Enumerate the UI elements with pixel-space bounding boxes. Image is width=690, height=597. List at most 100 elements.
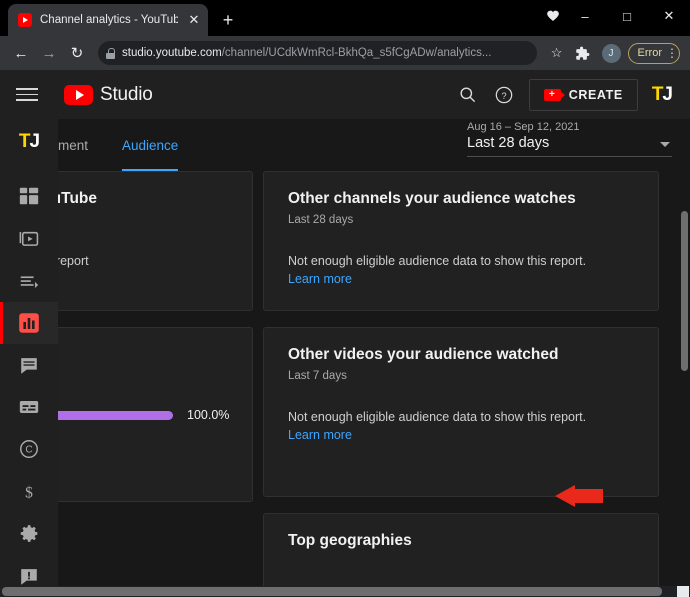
profile-avatar[interactable]: J — [602, 44, 621, 63]
window-controls: ‒ □ ✕ — [564, 0, 690, 32]
window-close-icon[interactable]: ✕ — [648, 0, 690, 32]
horizontal-scrollbar-thumb[interactable] — [2, 587, 662, 596]
sidebar-item-analytics[interactable] — [0, 302, 58, 344]
analytics-tabbar: ment Audience Aug 16 – Sep 12, 2021 Last… — [58, 119, 690, 171]
lock-icon — [106, 48, 115, 59]
channel-avatar[interactable]: TJ — [652, 84, 672, 106]
comments-icon — [18, 354, 40, 376]
card-subtitle: Last 7 days — [288, 370, 638, 382]
address-path: /channel/UCdkWmRcl-BkhQa_s5fCgADw/analyt… — [222, 47, 492, 59]
create-button-label: CREATE — [569, 88, 623, 102]
analytics-content: ment Audience Aug 16 – Sep 12, 2021 Last… — [58, 119, 690, 597]
youtube-studio-app: Studio ? + CREATE TJ TJ — [0, 70, 690, 597]
tab-engagement[interactable]: ment — [58, 119, 106, 171]
browser-tab[interactable]: Channel analytics - YouTube Stud ✕ — [8, 4, 208, 36]
card-title: Top geographies — [288, 532, 638, 550]
card-message: this report — [58, 254, 232, 268]
copyright-icon: C — [18, 438, 40, 460]
avatar-initial-j: J — [662, 84, 672, 105]
puzzle-icon[interactable] — [571, 41, 595, 65]
tab-audience[interactable]: Audience — [106, 119, 194, 171]
card-title: rs — [58, 346, 232, 364]
sidebar-avatar-j: J — [30, 131, 40, 152]
card-title: YouTube — [58, 190, 232, 208]
youtube-logo-icon — [64, 85, 93, 105]
create-button[interactable]: + CREATE — [529, 79, 638, 111]
close-icon[interactable]: ✕ — [186, 12, 202, 28]
browser-menu-icon[interactable]: ⋮ — [666, 49, 676, 57]
sidebar-item-copyright[interactable]: C — [0, 428, 58, 470]
youtube-favicon-icon — [18, 13, 32, 27]
address-bar-url: studio.youtube.com/channel/UCdkWmRcl-Bkh… — [122, 47, 491, 59]
card-top-geographies[interactable]: Top geographies — [263, 513, 659, 597]
svg-text:C: C — [25, 445, 32, 456]
dashboard-icon — [18, 185, 40, 207]
sidebar-avatar-t: T — [19, 131, 30, 152]
card-other-videos[interactable]: Other videos your audience watched Last … — [263, 327, 659, 497]
analytics-icon — [17, 311, 41, 335]
card-other-channels[interactable]: Other channels your audience watches Las… — [263, 171, 659, 311]
browser-window: Channel analytics - YouTube Stud ✕ + ‒ □… — [0, 0, 690, 597]
avatar-initial-t: T — [652, 84, 663, 105]
analytics-right-column: Other channels your audience watches Las… — [263, 171, 659, 597]
sidebar-item-settings[interactable] — [0, 513, 58, 555]
studio-brand-label: Studio — [100, 84, 153, 106]
error-badge-label: Error — [638, 47, 662, 59]
media-indicator-icon[interactable] — [546, 9, 560, 23]
card-message: Not enough eligible audience data to sho… — [288, 254, 638, 268]
card-subtitle: days — [58, 214, 232, 226]
studio-brand[interactable]: Studio — [64, 84, 153, 106]
card-watch-time-youtube[interactable]: YouTube days this report — [58, 171, 253, 311]
progress-row: 100.0% — [58, 408, 232, 422]
svg-text:$: $ — [25, 484, 33, 501]
studio-header-actions: ? + CREATE TJ — [457, 79, 672, 111]
learn-more-link[interactable]: Learn more — [288, 428, 352, 442]
sidebar-item-subtitles[interactable] — [0, 386, 58, 428]
gear-icon — [19, 523, 40, 544]
sidebar-channel-avatar[interactable]: TJ — [19, 131, 39, 153]
maximize-icon[interactable]: □ — [606, 0, 648, 32]
video-camera-icon: + — [544, 89, 561, 101]
sidebar-item-content[interactable] — [0, 217, 58, 259]
error-badge[interactable]: Error ⋮ — [628, 43, 680, 64]
horizontal-scrollbar[interactable] — [0, 586, 690, 597]
scrollbar-corner — [677, 586, 689, 597]
vertical-scrollbar[interactable] — [681, 211, 688, 371]
sidebar-item-playlists[interactable] — [0, 259, 58, 301]
dollar-icon: $ — [18, 481, 40, 503]
studio-sidebar: TJ C $ — [0, 119, 58, 597]
studio-header: Studio ? + CREATE TJ — [0, 70, 690, 119]
date-range-selector[interactable]: Aug 16 – Sep 12, 2021 Last 28 days — [467, 121, 672, 157]
browser-toolbar: ← → ↻ studio.youtube.com/channel/UCdkWmR… — [0, 36, 690, 70]
new-tab-button[interactable]: + — [214, 6, 242, 34]
progress-value: 100.0% — [187, 408, 229, 422]
browser-tab-strip: Channel analytics - YouTube Stud ✕ + ‒ □… — [0, 0, 690, 36]
minimize-icon[interactable]: ‒ — [564, 0, 606, 32]
card-subtitle: Last 28 days — [288, 214, 638, 226]
hamburger-icon[interactable] — [16, 88, 38, 101]
annotation-arrow-icon — [553, 485, 603, 507]
analytics-left-column: YouTube days this report rs 100.0% — [58, 171, 253, 518]
search-icon[interactable] — [457, 84, 479, 106]
browser-tab-title: Channel analytics - YouTube Stud — [40, 14, 178, 26]
sidebar-item-monetization[interactable]: $ — [0, 470, 58, 512]
forward-icon[interactable]: → — [36, 40, 62, 66]
chevron-down-icon[interactable] — [660, 142, 670, 147]
progress-track — [58, 411, 173, 420]
analytics-tabs: ment Audience — [58, 119, 194, 171]
learn-more-link[interactable]: Learn more — [288, 272, 352, 286]
bookmark-star-icon[interactable]: ☆ — [545, 41, 569, 65]
subtitles-icon — [18, 396, 40, 418]
back-icon[interactable]: ← — [8, 40, 34, 66]
card-subscribers-breakdown[interactable]: rs 100.0% — [58, 327, 253, 502]
card-title: Other channels your audience watches — [288, 190, 638, 208]
help-icon[interactable]: ? — [493, 84, 515, 106]
progress-fill — [58, 411, 173, 420]
address-bar[interactable]: studio.youtube.com/channel/UCdkWmRcl-Bkh… — [98, 41, 537, 65]
card-title: Other videos your audience watched — [288, 346, 638, 364]
card-message: Not enough eligible audience data to sho… — [288, 410, 638, 424]
sidebar-item-dashboard[interactable] — [0, 175, 58, 217]
svg-text:?: ? — [501, 90, 506, 100]
reload-icon[interactable]: ↻ — [64, 40, 90, 66]
sidebar-item-comments[interactable] — [0, 344, 58, 386]
